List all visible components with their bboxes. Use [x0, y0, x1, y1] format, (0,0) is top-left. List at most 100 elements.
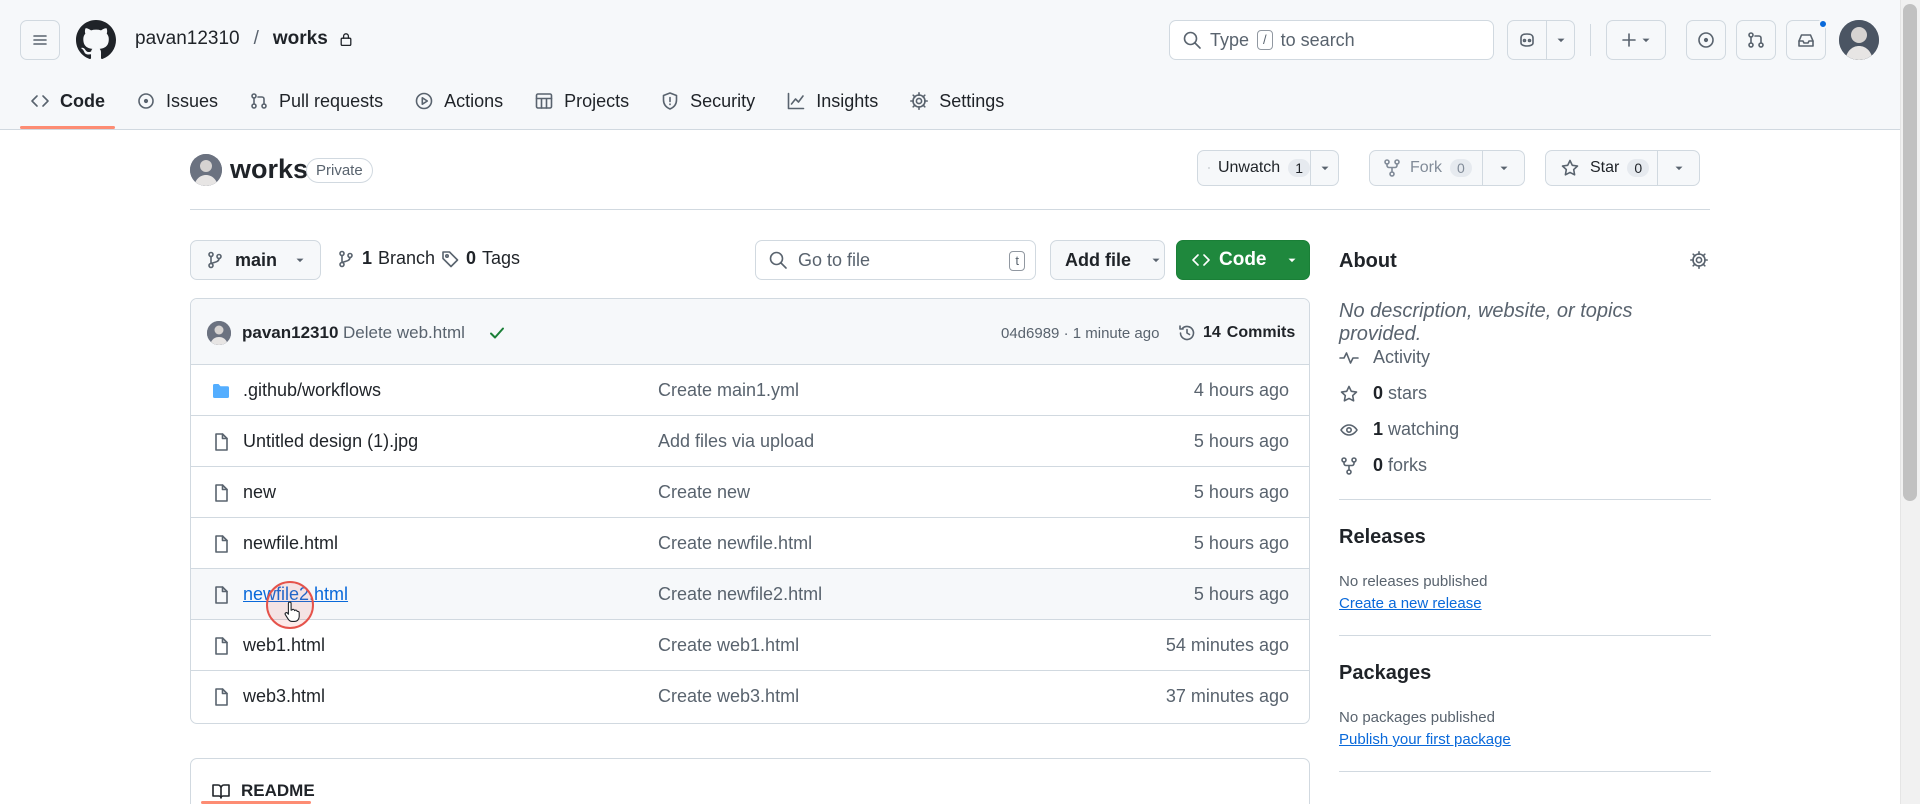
- branches-label: Branch: [378, 248, 436, 268]
- file-commit-message-link[interactable]: Create new: [658, 482, 750, 503]
- breadcrumb-owner-link[interactable]: pavan12310: [135, 28, 240, 50]
- file-list: .github/workflows Create main1.yml 4 hours…: [191, 365, 1309, 722]
- file-commit-message-link[interactable]: Create newfile.html: [658, 533, 812, 554]
- tab-pull-requests[interactable]: Pull requests: [239, 82, 393, 120]
- star-dropdown-button[interactable]: [1657, 150, 1700, 186]
- scrollbar-thumb[interactable]: [1903, 4, 1917, 501]
- pull-requests-button[interactable]: [1736, 20, 1776, 60]
- graph-icon: [787, 92, 805, 110]
- forks-link[interactable]: 0 forks: [1339, 455, 1427, 476]
- watch-dropdown-button[interactable]: [1310, 150, 1339, 186]
- repo-nav-tabs: Code Issues Pull requests Actions Projects Se…: [20, 82, 1025, 130]
- author-photo-icon: [207, 321, 231, 345]
- menu-button[interactable]: [20, 20, 60, 60]
- tab-issues[interactable]: Issues: [126, 82, 228, 120]
- code-button-label: Code: [1219, 249, 1267, 270]
- file-commit-message-link[interactable]: Create web1.html: [658, 635, 799, 656]
- file-commit-time: 4 hours ago: [1193, 380, 1289, 400]
- search-placeholder-post: to search: [1280, 29, 1355, 50]
- commits-label: Commits: [1226, 324, 1296, 341]
- check-icon[interactable]: [487, 323, 507, 343]
- code-icon: [1192, 254, 1210, 266]
- copilot-button[interactable]: [1507, 20, 1547, 60]
- file-name-link[interactable]: web3.html: [243, 686, 325, 707]
- file-browser: pavan12310 Delete web.html 04d6989 · 1 m…: [190, 298, 1310, 724]
- issues-button[interactable]: [1686, 20, 1726, 60]
- commit-hash-and-time[interactable]: 04d6989 · 1 minute ago: [1001, 325, 1159, 342]
- stars-link[interactable]: 0 stars: [1339, 383, 1427, 404]
- create-release-link[interactable]: Create a new release: [1339, 595, 1482, 612]
- tab-security[interactable]: Security: [650, 82, 765, 120]
- star-label: Star: [1590, 159, 1620, 176]
- go-to-file-input[interactable]: Go to file t: [755, 240, 1036, 280]
- watching-label: watching: [1388, 419, 1460, 439]
- file-row[interactable]: newfile.html Create newfile.html 5 hours a…: [191, 518, 1309, 569]
- tab-label: Settings: [939, 90, 1005, 111]
- tags-link[interactable]: 0 Tags: [440, 248, 520, 269]
- branch-selector-button[interactable]: main: [190, 240, 321, 280]
- file-commit-message-link[interactable]: Add files via upload: [658, 431, 814, 452]
- file-commit-message-link[interactable]: Create main1.yml: [658, 380, 799, 401]
- create-new-button[interactable]: [1606, 20, 1666, 60]
- global-search-input[interactable]: Type / to search: [1169, 20, 1494, 60]
- packages-heading[interactable]: Packages: [1339, 662, 1431, 685]
- breadcrumb-repo-link[interactable]: works: [273, 28, 328, 50]
- commit-author-link[interactable]: pavan12310: [242, 323, 338, 343]
- eye-icon: [1208, 167, 1210, 169]
- readme-tab[interactable]: README: [211, 781, 315, 801]
- file-row[interactable]: Untitled design (1).jpg Add files via upl…: [191, 416, 1309, 467]
- file-commit-time: 5 hours ago: [1193, 431, 1289, 451]
- eye-icon: [1340, 423, 1358, 436]
- file-name-link[interactable]: .github/workflows: [243, 380, 381, 401]
- fork-button[interactable]: Fork 0: [1369, 150, 1483, 186]
- file-icon: [215, 535, 228, 553]
- publish-package-link[interactable]: Publish your first package: [1339, 731, 1511, 748]
- user-photo-icon: [1839, 20, 1879, 60]
- user-avatar[interactable]: [1839, 20, 1879, 60]
- file-commit-message-link[interactable]: Create web3.html: [658, 686, 799, 707]
- file-name-link[interactable]: Untitled design (1).jpg: [243, 431, 418, 452]
- about-description: No description, website, or topics provi…: [1339, 300, 1633, 345]
- stars-label: stars: [1388, 383, 1428, 403]
- tab-actions[interactable]: Actions: [404, 82, 513, 120]
- tab-settings[interactable]: Settings: [899, 82, 1014, 120]
- fork-dropdown-button[interactable]: [1482, 150, 1525, 186]
- star-button[interactable]: Star 0: [1545, 150, 1658, 186]
- breadcrumb: pavan12310 / works: [135, 28, 354, 50]
- releases-heading[interactable]: Releases: [1339, 526, 1426, 549]
- sidebar-divider: [1339, 499, 1711, 500]
- file-name-link[interactable]: web1.html: [243, 635, 325, 656]
- notification-indicator: [1818, 19, 1828, 29]
- copilot-dropdown-button[interactable]: [1546, 20, 1575, 60]
- file-name-link[interactable]: new: [243, 482, 276, 503]
- tab-insights[interactable]: Insights: [776, 82, 888, 120]
- commit-message-link[interactable]: Delete web.html: [343, 323, 465, 343]
- readme-label: README: [241, 781, 315, 800]
- tab-projects[interactable]: Projects: [524, 82, 639, 120]
- file-name-link[interactable]: newfile.html: [243, 533, 338, 554]
- commit-author-avatar[interactable]: [207, 321, 231, 345]
- tab-code[interactable]: Code: [20, 82, 115, 129]
- file-row[interactable]: newfile2.html Create newfile2.html 5 hours…: [191, 569, 1309, 620]
- activity-link[interactable]: Activity: [1339, 347, 1430, 368]
- watch-count: 1: [1288, 159, 1310, 177]
- gear-icon[interactable]: [1689, 250, 1709, 270]
- file-row[interactable]: .github/workflows Create main1.yml 4 hours…: [191, 365, 1309, 416]
- go-to-file-shortcut-key: t: [1009, 251, 1025, 271]
- add-file-button[interactable]: Add file: [1050, 240, 1165, 280]
- repo-name[interactable]: works: [230, 154, 308, 185]
- file-commit-time: 5 hours ago: [1193, 482, 1289, 502]
- commits-history-link[interactable]: 14 Commits: [1177, 323, 1295, 343]
- unwatch-button[interactable]: Unwatch 1: [1197, 150, 1311, 186]
- book-icon: [212, 784, 230, 799]
- code-dropdown-button[interactable]: Code: [1176, 240, 1310, 280]
- file-row[interactable]: new Create new 5 hours ago: [191, 467, 1309, 518]
- shield-icon: [662, 92, 678, 110]
- branches-link[interactable]: 1 Branch: [336, 248, 435, 269]
- file-row[interactable]: web1.html Create web1.html 54 minutes ago: [191, 620, 1309, 671]
- file-commit-time: 5 hours ago: [1193, 533, 1289, 553]
- file-commit-message-link[interactable]: Create newfile2.html: [658, 584, 822, 605]
- github-logo-icon[interactable]: [76, 20, 116, 60]
- file-row[interactable]: web3.html Create web3.html 37 minutes ago: [191, 671, 1309, 722]
- watching-link[interactable]: 1 watching: [1339, 419, 1459, 440]
